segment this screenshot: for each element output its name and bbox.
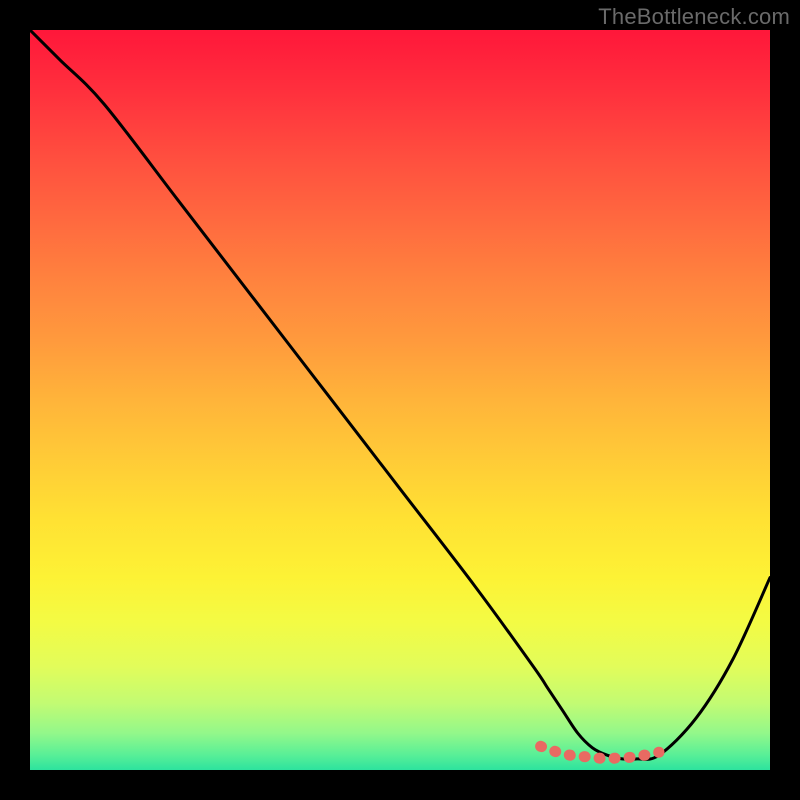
watermark-text: TheBottleneck.com [598, 4, 790, 30]
bottleneck-curve [30, 30, 770, 759]
chart-frame: TheBottleneck.com [0, 0, 800, 800]
curve-svg [30, 30, 770, 770]
plot-area [30, 30, 770, 770]
